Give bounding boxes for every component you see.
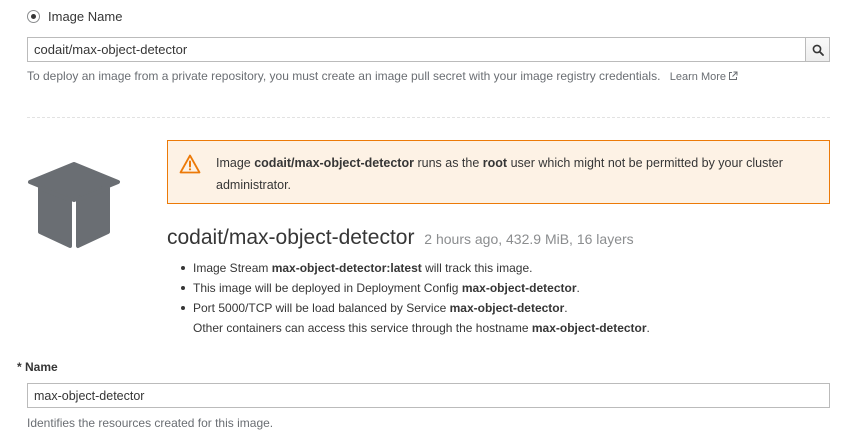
image-name-radio-label: Image Name xyxy=(48,8,123,24)
section-divider xyxy=(27,117,830,118)
bullet-text: This image will be deployed in Deploymen… xyxy=(193,281,462,295)
private-repo-help-text: To deploy an image from a private reposi… xyxy=(27,69,661,83)
warning-prefix: Image xyxy=(216,156,255,170)
bullet-text-end: . xyxy=(576,281,580,295)
warning-triangle-icon xyxy=(179,154,201,174)
image-title-name: codait/max-object-detector xyxy=(167,226,415,249)
image-search-button[interactable] xyxy=(805,37,830,62)
bullet-text-end: will track this image. xyxy=(421,261,533,275)
bullet-text: Other containers can access this service… xyxy=(193,321,532,335)
warning-message: Image codait/max-object-detector runs as… xyxy=(216,152,815,196)
image-name-input[interactable] xyxy=(27,37,805,62)
bullet-bold: max-object-detector xyxy=(449,301,565,315)
radio-selected-dot xyxy=(31,13,36,19)
image-title: codait/max-object-detector 2 hours ago, … xyxy=(167,226,634,250)
warning-middle: runs as the xyxy=(413,156,483,170)
name-help-text: Identifies the resources created for thi… xyxy=(27,416,274,430)
learn-more-label: Learn More xyxy=(669,71,727,83)
search-icon xyxy=(812,44,824,56)
bullet-bold: max-object-detector xyxy=(531,321,647,335)
name-input[interactable] xyxy=(27,383,830,408)
private-repo-help: To deploy an image from a private reposi… xyxy=(27,69,738,83)
cube-icon xyxy=(28,162,120,248)
root-user-warning: Image codait/max-object-detector runs as… xyxy=(167,140,830,204)
learn-more-link[interactable]: Learn More xyxy=(670,71,738,83)
bullet-text-end: . xyxy=(646,321,650,335)
list-item: Image Stream max-object-detector:latest … xyxy=(181,258,650,278)
image-details-list: Image Stream max-object-detector:latest … xyxy=(181,258,650,338)
image-name-option[interactable]: Image Name xyxy=(27,7,122,25)
name-field-label: * Name xyxy=(17,360,58,374)
list-item: Other containers can access this service… xyxy=(193,318,650,338)
bullet-text: Port 5000/TCP will be load balanced by S… xyxy=(193,301,450,315)
warning-user: root xyxy=(482,156,508,170)
bullet-bold: max-object-detector:latest xyxy=(271,261,422,275)
external-link-icon xyxy=(729,71,738,80)
list-item: Port 5000/TCP will be load balanced by S… xyxy=(181,298,650,318)
image-meta: 2 hours ago, 432.9 MiB, 16 layers xyxy=(424,231,634,247)
bullet-text: Image Stream xyxy=(193,261,272,275)
required-marker: * xyxy=(17,360,22,374)
list-item: This image will be deployed in Deploymen… xyxy=(181,278,650,298)
image-name-radio[interactable] xyxy=(27,9,40,23)
bullet-bold: max-object-detector xyxy=(461,281,577,295)
bullet-text-end: . xyxy=(564,301,568,315)
name-label-text: Name xyxy=(25,360,58,374)
image-search-group xyxy=(27,37,830,62)
warning-image-name: codait/max-object-detector xyxy=(254,156,414,170)
